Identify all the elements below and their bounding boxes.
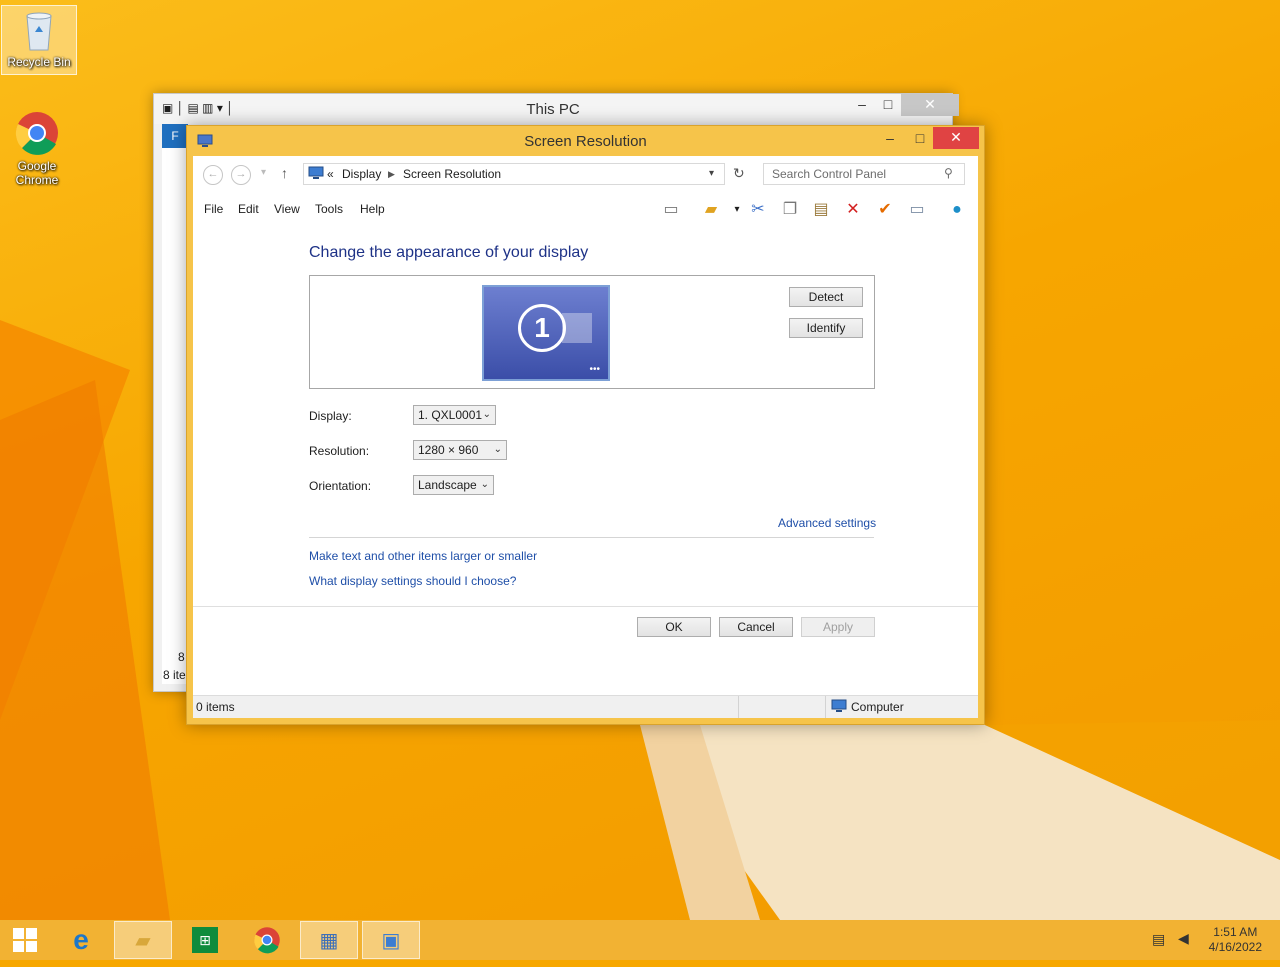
status-divider xyxy=(738,696,739,718)
chevron-down-icon: ⌄ xyxy=(493,444,502,455)
breadcrumb-item-screen-resolution[interactable]: Screen Resolution xyxy=(403,167,501,181)
resolution-select-value: 1280 × 960 xyxy=(418,443,479,457)
close-button[interactable]: ✕ xyxy=(901,94,959,116)
windows-logo-icon xyxy=(13,928,37,952)
up-arrow-icon[interactable]: ↑ xyxy=(281,165,288,181)
taskbar: e ▰ ⊞ ▦ ▣ ▤ ◀ 1:51 AM 4/16/2022 xyxy=(0,920,1280,960)
address-bar[interactable]: « Display ▶ Screen Resolution ▾ xyxy=(303,163,725,185)
paste-icon[interactable]: ▤ xyxy=(809,198,833,222)
store-icon[interactable]: ⊞ xyxy=(176,921,234,959)
refresh-icon[interactable]: ↻ xyxy=(733,165,745,182)
menu-help[interactable]: Help xyxy=(360,202,385,216)
chevron-down-icon[interactable]: ▾ xyxy=(709,168,714,179)
status-divider xyxy=(825,696,826,718)
chrome-icon xyxy=(15,112,58,155)
title-bar[interactable]: ▣ │ ▤ ▥ ▾ │ This PC – □ ✕ xyxy=(154,94,959,124)
footer-divider xyxy=(193,606,978,607)
status-bar: 0 items Computer xyxy=(193,695,978,718)
divider xyxy=(309,537,874,538)
clock[interactable]: 1:51 AM 4/16/2022 xyxy=(1209,925,1262,955)
address-row: ← → ▾ ↑ « Display ▶ Screen Resolution ▾ … xyxy=(193,156,978,192)
layout-pane-icon[interactable]: ▭ xyxy=(659,198,683,222)
desktop-icon-label: Google Chrome xyxy=(15,159,59,187)
chevron-down-icon: ⌄ xyxy=(480,479,489,490)
checkmark-icon[interactable]: ✔ xyxy=(873,198,897,222)
title-bar[interactable]: Screen Resolution – □ ✕ xyxy=(187,126,984,156)
menu-file[interactable]: File xyxy=(204,202,223,216)
menu-toolbar-row: File Edit View Tools Help ▭ ▰ ▾ ✂ ❐ ▤ ✕ … xyxy=(193,192,978,226)
page-title: Change the appearance of your display xyxy=(309,244,589,261)
display-settings-help-link[interactable]: What display settings should I choose? xyxy=(309,574,516,588)
menu-view[interactable]: View xyxy=(274,202,300,216)
monitor-preview-box: 1 ••• Detect Identify xyxy=(309,275,875,389)
window-title: This PC xyxy=(526,101,580,118)
window-client: ← → ▾ ↑ « Display ▶ Screen Resolution ▾ … xyxy=(193,156,978,718)
control-panel-icon[interactable]: ▣ xyxy=(362,921,420,959)
status-location: Computer xyxy=(851,700,904,714)
orientation-select[interactable]: Landscape ⌄ xyxy=(413,475,494,495)
resolution-select[interactable]: 1280 × 960 ⌄ xyxy=(413,440,507,460)
properties-icon[interactable]: ▭ xyxy=(905,198,929,222)
status-items: 0 items xyxy=(196,700,235,714)
display-select[interactable]: 1. QXL0001 ⌄ xyxy=(413,405,496,425)
menu-edit[interactable]: Edit xyxy=(238,202,259,216)
detect-button[interactable]: Detect xyxy=(789,287,863,307)
chevron-down-icon: ⌄ xyxy=(482,409,491,420)
apply-button[interactable]: Apply xyxy=(801,617,875,637)
cancel-button[interactable]: Cancel xyxy=(719,617,793,637)
window-title: Screen Resolution xyxy=(524,133,647,150)
desktop-icon-chrome[interactable]: Google Chrome xyxy=(0,110,74,187)
recycle-bin-icon xyxy=(26,12,52,51)
desktop-icon-recycle-bin[interactable]: Recycle Bin xyxy=(1,5,77,75)
identify-button[interactable]: Identify xyxy=(789,318,863,338)
clock-time: 1:51 AM xyxy=(1213,925,1258,939)
chevron-right-icon[interactable]: ▶ xyxy=(388,169,395,180)
search-placeholder: Search Control Panel xyxy=(772,167,887,181)
advanced-settings-link[interactable]: Advanced settings xyxy=(778,516,876,530)
close-button[interactable]: ✕ xyxy=(933,127,979,149)
folder-icon[interactable]: ▰ xyxy=(699,198,723,222)
back-button[interactable]: ← xyxy=(203,165,223,185)
search-icon[interactable]: ⚲ xyxy=(944,166,953,180)
globe-icon[interactable]: ● xyxy=(945,198,969,222)
breadcrumb-sep: « xyxy=(327,167,334,181)
status-items: 8 ite xyxy=(163,668,186,682)
ok-button[interactable]: OK xyxy=(637,617,711,637)
network-icon[interactable]: ▤ xyxy=(1152,931,1165,948)
orientation-label: Orientation: xyxy=(309,479,372,493)
volume-muted-icon[interactable]: ◀ xyxy=(1178,930,1189,947)
recent-dropdown-icon[interactable]: ▾ xyxy=(261,167,266,178)
remote-desktop-icon[interactable]: ▦ xyxy=(300,921,358,959)
cut-icon[interactable]: ✂ xyxy=(746,198,770,222)
dots-icon: ••• xyxy=(589,364,600,375)
text-size-link[interactable]: Make text and other items larger or smal… xyxy=(309,549,537,563)
file-explorer-icon[interactable]: ▰ xyxy=(114,921,172,959)
forward-button[interactable]: → xyxy=(231,165,251,185)
menu-tools[interactable]: Tools xyxy=(315,202,343,216)
delete-icon[interactable]: ✕ xyxy=(841,198,865,222)
monitor-number-badge: 1 xyxy=(518,304,566,352)
display-select-value: 1. QXL0001 xyxy=(418,408,483,422)
file-tab[interactable]: F xyxy=(162,124,188,148)
internet-explorer-icon[interactable]: e xyxy=(52,921,110,959)
desktop-icon-label: Recycle Bin xyxy=(7,55,71,69)
search-input[interactable]: Search Control Panel ⚲ xyxy=(763,163,965,185)
display-label: Display: xyxy=(309,409,352,423)
left-pane: F 8 xyxy=(162,124,188,684)
orientation-select-value: Landscape xyxy=(418,478,477,492)
monitor-1-tile[interactable]: 1 ••• xyxy=(482,285,610,381)
copy-icon[interactable]: ❐ xyxy=(778,198,802,222)
resolution-label: Resolution: xyxy=(309,444,370,458)
left-count: 8 xyxy=(178,650,185,664)
grid-icon xyxy=(562,313,592,343)
clock-date: 4/16/2022 xyxy=(1208,940,1262,954)
computer-icon xyxy=(308,166,324,183)
breadcrumb-item-display[interactable]: Display xyxy=(342,167,381,181)
window-screen-resolution[interactable]: Screen Resolution – □ ✕ ← → ▾ ↑ « Displa… xyxy=(186,125,985,725)
start-button[interactable] xyxy=(0,921,50,959)
computer-icon xyxy=(831,699,847,716)
chrome-taskbar-icon[interactable] xyxy=(238,921,296,959)
